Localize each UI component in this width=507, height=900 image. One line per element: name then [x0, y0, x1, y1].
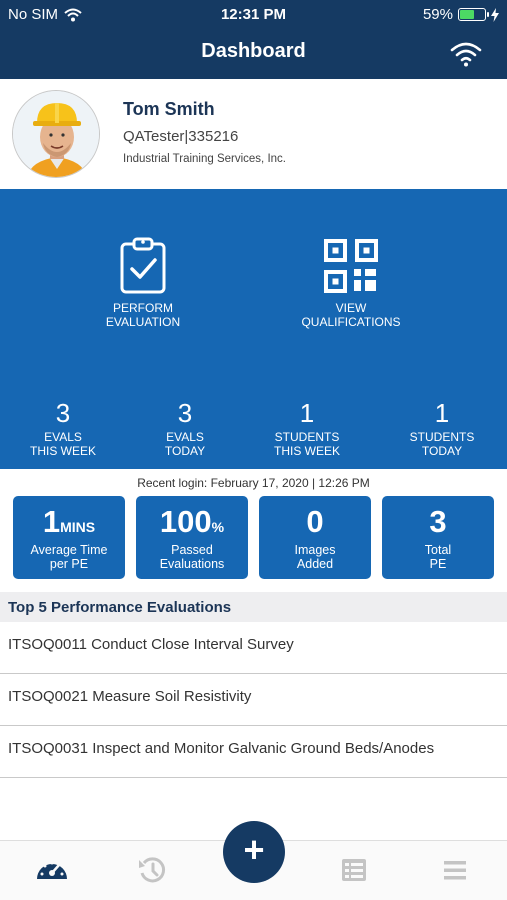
add-button[interactable]: +	[223, 821, 285, 883]
list-item[interactable]: ITSOQ0031 Inspect and Monitor Galvanic G…	[0, 726, 507, 778]
stat-evals-today: 3 EVALS TODAY	[125, 399, 245, 458]
card-value: 1	[42, 504, 61, 539]
list-item[interactable]: ITSOQ0021 Measure Soil Resistivity	[0, 674, 507, 726]
card-value: 0	[306, 504, 324, 539]
clipboard-check-icon	[120, 237, 166, 294]
status-right: 59%	[423, 6, 499, 23]
card-value: 3	[429, 504, 447, 539]
stat-label-1: EVALS	[44, 430, 82, 444]
stat-value: 3	[55, 398, 71, 428]
card-label-1: Average Time	[30, 543, 108, 557]
worker-hardhat-avatar	[13, 91, 99, 177]
stat-value: 1	[434, 398, 450, 428]
battery-percent: 59%	[422, 6, 453, 23]
stat-evals-this-week: 3 EVALS THIS WEEK	[3, 399, 123, 458]
perform-evaluation-button[interactable]: PERFORM EVALUATION	[58, 237, 228, 329]
stat-value: 3	[177, 398, 193, 428]
qr-code-icon	[324, 239, 378, 293]
stat-label-2: THIS WEEK	[29, 444, 96, 458]
stat-label-1: STUDENTS	[274, 430, 340, 444]
card-label-1: Total	[424, 543, 452, 557]
stat-label-1: STUDENTS	[409, 430, 475, 444]
section-title: Top 5 Performance Evaluations	[8, 599, 232, 616]
card-label-2: PE	[429, 557, 447, 571]
wifi-icon[interactable]	[449, 40, 483, 68]
perform-evaluation-label-1: PERFORM	[113, 301, 173, 315]
nav-bar: Dashboard	[0, 28, 507, 79]
stat-students-this-week: 1 STUDENTS THIS WEEK	[247, 399, 367, 458]
stat-value: 1	[299, 398, 315, 428]
stat-students-today: 1 STUDENTS TODAY	[382, 399, 502, 458]
card-average-time[interactable]: 1MINS Average Time per PE	[13, 496, 125, 579]
user-name: Tom Smith	[123, 99, 215, 119]
view-qualifications-button[interactable]: VIEW QUALIFICATIONS	[266, 237, 436, 329]
user-company: Industrial Training Services, Inc.	[123, 153, 286, 165]
card-label-2: per PE	[49, 557, 89, 571]
battery-icon	[458, 8, 489, 21]
history-icon[interactable]	[136, 855, 170, 885]
card-total-pe[interactable]: 3 Total PE	[382, 496, 494, 579]
card-unit: MINS	[60, 519, 96, 535]
card-images-added[interactable]: 0 Images Added	[259, 496, 371, 579]
perform-evaluation-label-2: EVALUATION	[105, 315, 181, 329]
menu-icon[interactable]	[438, 855, 472, 885]
recent-login: Recent login: February 17, 2020 | 12:26 …	[137, 476, 370, 490]
list-icon[interactable]	[337, 855, 371, 885]
charging-bolt-icon	[491, 7, 499, 22]
stat-label-2: TODAY	[421, 444, 463, 458]
card-label-2: Evaluations	[159, 557, 225, 571]
status-bar: No SIM 12:31 PM 59%	[0, 0, 507, 28]
stat-label-2: THIS WEEK	[273, 444, 340, 458]
metric-cards: 1MINS Average Time per PE 100% Passed Ev…	[0, 496, 507, 580]
stat-label-2: TODAY	[164, 444, 206, 458]
card-value: 100	[159, 504, 212, 539]
summary-panel: PERFORM EVALUATION VIEW QUALIFICATIONS 3…	[0, 189, 507, 469]
profile-header: Tom Smith QATester|335216 Industrial Tra…	[0, 79, 507, 189]
evaluation-list: ITSOQ0011 Conduct Close Interval Survey …	[0, 622, 507, 778]
card-label-1: Passed	[171, 543, 213, 557]
dashboard-gauge-icon[interactable]	[35, 855, 69, 885]
view-qualifications-label-1: VIEW	[335, 301, 367, 315]
avatar[interactable]	[12, 90, 100, 178]
card-unit: %	[211, 519, 225, 535]
user-role: QATester|335216	[123, 128, 239, 145]
plus-icon: +	[243, 829, 265, 870]
list-item[interactable]: ITSOQ0011 Conduct Close Interval Survey	[0, 622, 507, 674]
stat-label-1: EVALS	[166, 430, 204, 444]
card-passed-evaluations[interactable]: 100% Passed Evaluations	[136, 496, 248, 579]
section-header: Top 5 Performance Evaluations	[0, 592, 507, 622]
card-label-1: Images	[294, 543, 336, 557]
page-title: Dashboard	[201, 40, 306, 62]
view-qualifications-label-2: QUALIFICATIONS	[301, 315, 401, 329]
card-label-2: Added	[296, 557, 334, 571]
